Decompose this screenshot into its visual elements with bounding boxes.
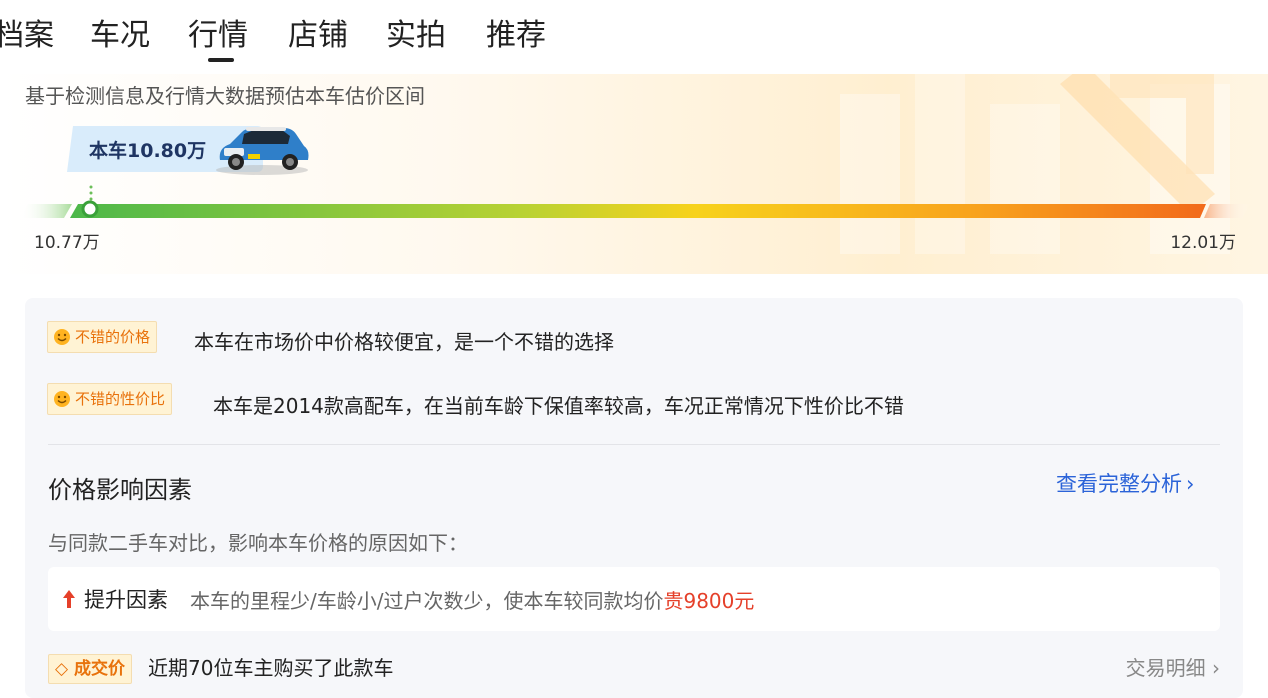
tab-store[interactable]: 店铺 <box>288 14 348 58</box>
chevron-right-icon: › <box>1212 656 1220 680</box>
factor-text-body: 本车的里程少/车龄小/过户次数少，使本车较同款均价 <box>190 589 664 613</box>
arrow-up-icon <box>63 590 75 608</box>
tab-archive[interactable]: 档案 <box>0 14 54 58</box>
valuation-subtitle: 基于检测信息及行情大数据预估本车估价区间 <box>25 84 425 108</box>
tab-condition[interactable]: 车况 <box>90 14 150 58</box>
tab-recommend[interactable]: 推荐 <box>486 14 546 58</box>
smile-icon <box>54 328 70 345</box>
deal-details-link[interactable]: 交易明细 › <box>1126 652 1220 681</box>
chevron-right-icon: › <box>1186 472 1195 496</box>
car-icon <box>216 127 309 175</box>
analysis-card <box>25 298 1243 698</box>
deal-tag-label: 成交价 <box>74 659 125 679</box>
highlight-tag-value: 不错的性价比 <box>47 383 173 415</box>
price-range-bar <box>20 200 1250 218</box>
active-tab-indicator <box>208 58 234 62</box>
highlight-tag-label: 不错的价格 <box>75 328 151 346</box>
highlight-tag-price: 不错的价格 <box>47 321 158 353</box>
factor-highlight: 贵9800元 <box>663 589 755 613</box>
smile-icon <box>54 390 70 407</box>
deal-text: 近期70位车主购买了此款车 <box>148 656 394 680</box>
deal-row: ◇ 成交价 近期70位车主购买了此款车 交易明细 › <box>48 650 1220 684</box>
deal-details-label: 交易明细 <box>1125 656 1206 680</box>
full-analysis-link[interactable]: 查看完整分析 › <box>1056 468 1194 498</box>
price-range-high: 12.01万 <box>1170 233 1236 253</box>
price-range-low: 10.77万 <box>34 233 100 253</box>
factor-text: 本车的里程少/车龄小/过户次数少，使本车较同款均价贵9800元 <box>190 585 754 614</box>
highlight-tag-label: 不错的性价比 <box>75 390 166 408</box>
price-factors-description: 与同款二手车对比，影响本车价格的原因如下： <box>48 531 468 555</box>
deal-tag: ◇ 成交价 <box>48 654 132 684</box>
highlight-text-value: 本车是2014款高配车，在当前车龄下保值率较高，车况正常情况下性价比不错 <box>213 394 904 418</box>
current-price-label: 本车10.80万 <box>89 140 207 162</box>
section-divider <box>48 444 1220 445</box>
tab-photos[interactable]: 实拍 <box>386 14 446 58</box>
factor-item: 提升因素 本车的里程少/车龄小/过户次数少，使本车较同款均价贵9800元 <box>48 567 1220 631</box>
factor-title: 提升因素 <box>84 588 168 612</box>
tab-market[interactable]: 行情 <box>188 14 248 58</box>
highlight-text-price: 本车在市场价中价格较便宜，是一个不错的选择 <box>194 330 614 354</box>
current-price-marker <box>81 200 99 218</box>
full-analysis-link-label: 查看完整分析 <box>1056 472 1182 496</box>
price-factors-title: 价格影响因素 <box>48 476 192 504</box>
